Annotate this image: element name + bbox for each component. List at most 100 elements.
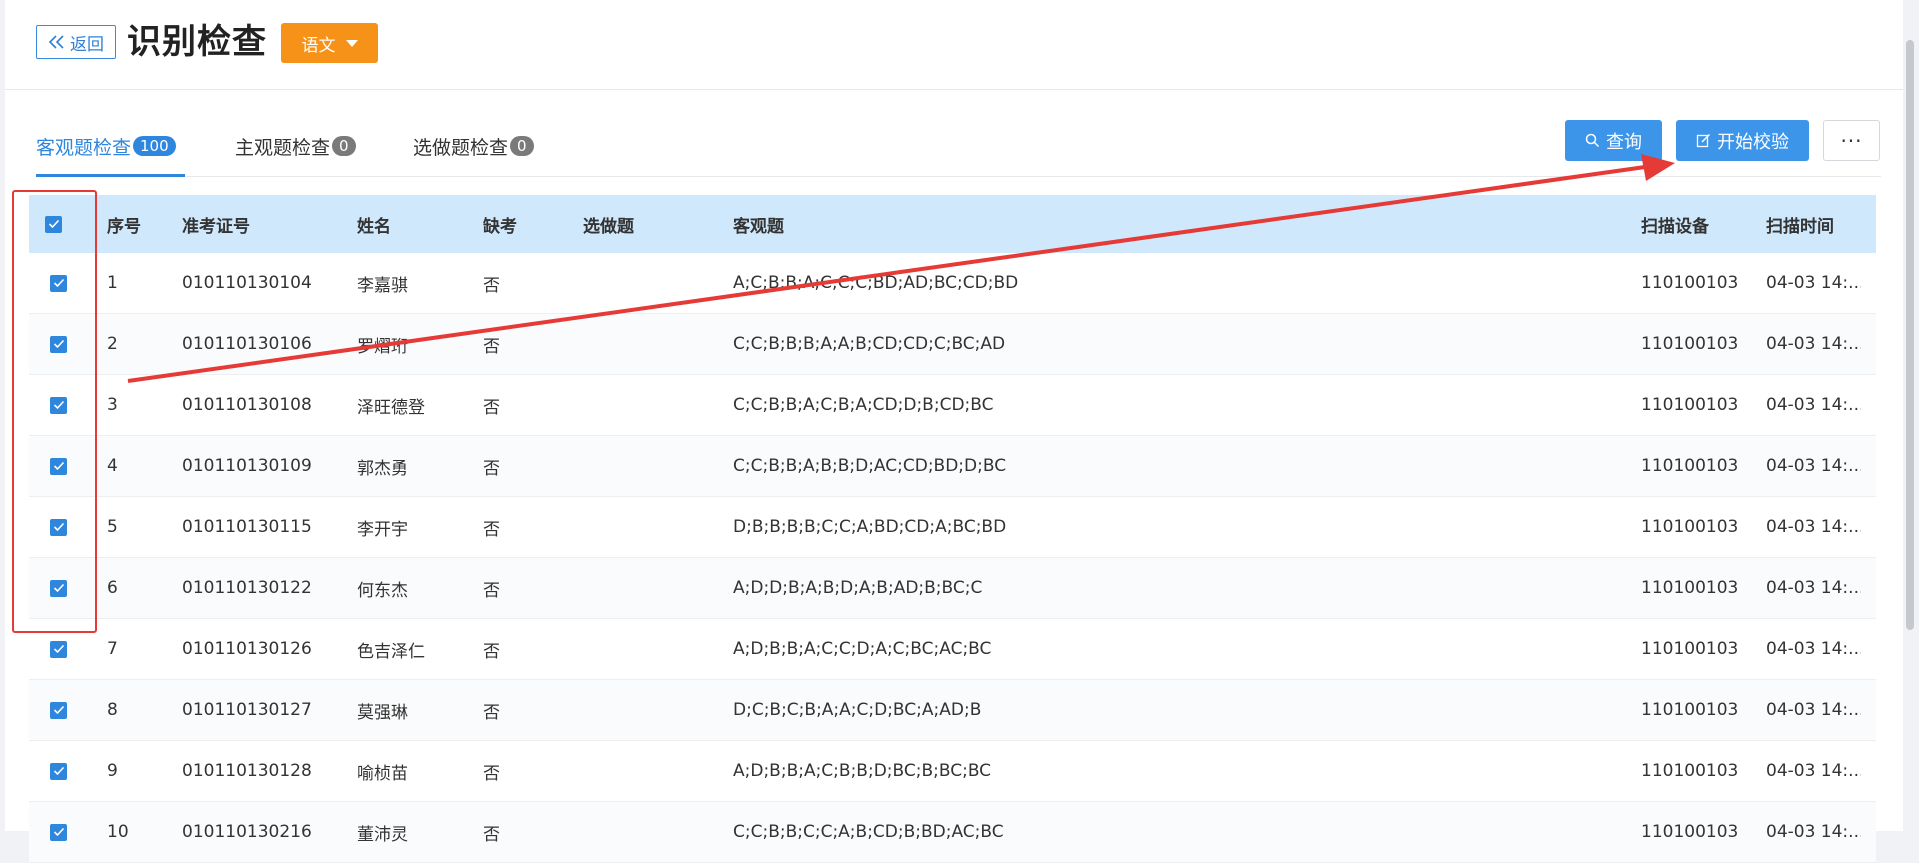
scrollbar-thumb[interactable]	[1906, 40, 1914, 630]
cell-objective: A;D;D;B;A;B;D;A;B;AD;B;BC;C	[733, 578, 983, 598]
row-checkbox[interactable]	[50, 680, 67, 740]
check-icon	[53, 766, 64, 776]
cell-name: 李嘉骐	[357, 275, 408, 296]
cell-time: 04-03 14:...	[1766, 334, 1861, 354]
check-icon	[53, 827, 64, 837]
check-icon	[53, 278, 64, 288]
active-tab-indicator	[36, 174, 185, 177]
table-row[interactable]: 3 010110130108 泽旺德登 否 C;C;B;B;A;C;B;A;CD;D;B…	[29, 375, 1876, 436]
row-checkbox[interactable]	[50, 436, 67, 496]
cell-name: 色吉泽仁	[357, 641, 425, 662]
cell-no: 10	[107, 822, 129, 842]
col-header-absent: 缺考	[483, 216, 517, 237]
cell-device: 110100103	[1641, 395, 1739, 415]
row-checkbox[interactable]	[50, 619, 67, 679]
cell-objective: D;C;B;C;B;A;A;C;D;BC;A;AD;B	[733, 700, 982, 720]
cell-device: 110100103	[1641, 700, 1739, 720]
cell-objective: A;D;B;B;A;C;B;B;D;BC;B;BC;BC	[733, 761, 992, 781]
cell-device: 110100103	[1641, 273, 1739, 293]
tab-subjective-check[interactable]: 主观题检查 0	[235, 131, 356, 161]
cell-no: 6	[107, 578, 118, 598]
cell-absent: 否	[483, 275, 500, 296]
cell-objective: C;C;B;B;A;B;B;D;AC;CD;BD;D;BC	[733, 456, 1007, 476]
cell-name: 喻桢苗	[357, 763, 408, 784]
table-row[interactable]: 7 010110130126 色吉泽仁 否 A;D;B;B;A;C;C;D;A;C;BC…	[29, 619, 1876, 680]
edit-icon	[1696, 133, 1711, 148]
col-header-no: 序号	[107, 216, 141, 237]
tab-optional-check[interactable]: 选做题检查 0	[413, 131, 534, 161]
tab-objective-check[interactable]: 客观题检查 100	[36, 131, 176, 161]
row-checkbox[interactable]	[50, 375, 67, 435]
page-title: 识别检查	[127, 22, 267, 62]
cell-device: 110100103	[1641, 761, 1739, 781]
row-checkbox[interactable]	[50, 802, 67, 862]
count-badge: 0	[332, 136, 356, 156]
cell-objective: C;C;B;B;B;A;A;B;CD;CD;C;BC;AD	[733, 334, 1006, 354]
cell-exam-id: 010110130109	[182, 456, 312, 476]
cell-name: 莫强琳	[357, 702, 408, 723]
cell-time: 04-03 14:...	[1766, 517, 1861, 537]
tab-label: 主观题检查	[235, 136, 331, 159]
back-label: 返回	[70, 34, 104, 55]
cell-name: 郭杰勇	[357, 458, 408, 479]
row-checkbox[interactable]	[50, 558, 67, 618]
subject-label: 语文	[301, 35, 336, 56]
cell-time: 04-03 14:...	[1766, 822, 1861, 842]
table-body: 1 010110130104 李嘉骐否 A;C;B;B;A;C;C;C;BD;AD;B…	[29, 253, 1876, 863]
data-table: 序号 准考证号 姓名 缺考 选做题 客观题 扫描设备 扫描时间 1 0101101…	[29, 195, 1876, 863]
select-all-checkbox[interactable]	[45, 195, 62, 253]
start-verify-button[interactable]: 开始校验	[1676, 120, 1809, 161]
cell-no: 2	[107, 334, 118, 354]
cell-objective: C;C;B;B;A;C;B;A;CD;D;B;CD;BC	[733, 395, 994, 415]
table-row[interactable]: 9 010110130128 喻桢苗 否 A;D;B;B;A;C;B;B;D;BC;B;…	[29, 741, 1876, 802]
caret-down-icon	[345, 39, 358, 47]
table-row[interactable]: 5 010110130115 李开宇 否 D;B;B;B;B;C;C;A;BD;CD;A…	[29, 497, 1876, 558]
cell-device: 110100103	[1641, 456, 1739, 476]
cell-exam-id: 010110130104	[182, 273, 312, 293]
subject-dropdown[interactable]: 语文	[281, 23, 378, 63]
table-row[interactable]: 1 010110130104 李嘉骐 否 A;C;B;B;A;C;C;C;BD;AD;B…	[29, 253, 1876, 314]
col-header-device: 扫描设备	[1641, 216, 1709, 237]
cell-objective: A;D;B;B;A;C;C;D;A;C;BC;AC;BC	[733, 639, 992, 659]
cell-no: 8	[107, 700, 118, 720]
cell-device: 110100103	[1641, 578, 1739, 598]
cell-exam-id: 010110130127	[182, 700, 312, 720]
table-row[interactable]: 2 010110130106 罗熠珩 否 C;C;B;B;B;A;A;B;CD;CD;C…	[29, 314, 1876, 375]
row-checkbox[interactable]	[50, 314, 67, 374]
cell-time: 04-03 14:...	[1766, 761, 1861, 781]
table-row[interactable]: 4 010110130109 郭杰勇 否 C;C;B;B;A;B;B;D;AC;CD;B…	[29, 436, 1876, 497]
cell-exam-id: 010110130108	[182, 395, 312, 415]
check-icon	[53, 644, 64, 654]
cell-time: 04-03 14:...	[1766, 700, 1861, 720]
tab-label: 客观题检查	[36, 136, 132, 159]
cell-time: 04-03 14:...	[1766, 395, 1861, 415]
row-checkbox[interactable]	[50, 497, 67, 557]
col-header-optional: 选做题	[583, 216, 634, 237]
table-header: 序号 准考证号 姓名 缺考 选做题 客观题 扫描设备 扫描时间	[29, 195, 1876, 253]
col-header-exam-id: 准考证号	[182, 216, 250, 237]
cell-no: 7	[107, 639, 118, 659]
row-checkbox[interactable]	[50, 741, 67, 801]
table-row[interactable]: 10 010110130216 董沛灵 否 C;C;B;B;C;C;A;B;CD;B;B…	[29, 802, 1876, 863]
cell-absent: 否	[483, 763, 500, 784]
check-icon	[53, 400, 64, 410]
cell-no: 9	[107, 761, 118, 781]
cell-absent: 否	[483, 641, 500, 662]
more-icon: ···	[1840, 128, 1863, 153]
query-button[interactable]: 查询	[1565, 120, 1662, 161]
search-icon	[1585, 133, 1600, 148]
cell-absent: 否	[483, 580, 500, 601]
cell-name: 何东杰	[357, 580, 408, 601]
cell-absent: 否	[483, 824, 500, 845]
row-checkbox[interactable]	[50, 253, 67, 313]
cell-absent: 否	[483, 458, 500, 479]
table-row[interactable]: 6 010110130122 何东杰 否 A;D;D;B;A;B;D;A;B;AD;B;…	[29, 558, 1876, 619]
more-button[interactable]: ···	[1823, 120, 1880, 161]
table-row[interactable]: 8 010110130127 莫强琳 否 D;C;B;C;B;A;A;C;D;BC;A;…	[29, 680, 1876, 741]
cell-absent: 否	[483, 336, 500, 357]
start-verify-label: 开始校验	[1717, 131, 1789, 153]
back-button[interactable]: 返回	[36, 25, 116, 59]
tab-label: 选做题检查	[413, 136, 509, 159]
cell-exam-id: 010110130128	[182, 761, 312, 781]
check-icon	[53, 705, 64, 715]
